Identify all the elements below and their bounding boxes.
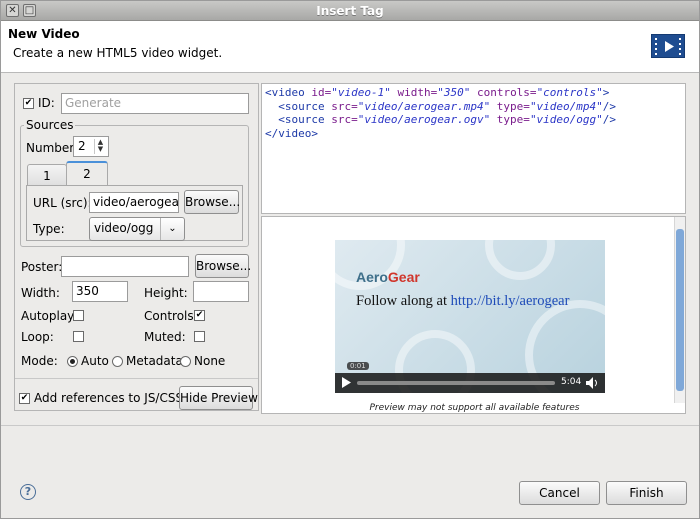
autoplay-checkbox[interactable] [73,310,84,321]
poster-input[interactable] [61,256,189,277]
video-preview-panel: AeroGear Follow along at http://bit.ly/a… [261,216,686,414]
chevron-down-icon[interactable]: ⌄ [160,218,184,240]
url-input[interactable]: video/aerogear.og [89,192,179,213]
id-label: ID: [38,96,55,110]
insert-tag-dialog: ✕ □ Insert Tag New Video Create a new HT… [0,0,700,519]
loop-label: Loop: [21,330,54,344]
code-line-4: </video> [265,126,318,140]
video-link: http://bit.ly/aerogear [450,293,570,309]
tab-source-2[interactable]: 2 [66,161,108,185]
number-value: 2 [78,139,86,153]
time-current: 0:01 [347,362,369,370]
code-line-3: <source src="video/aerogear.ogv" type="v… [265,113,617,126]
video-caption: Follow along at http://bit.ly/aerogear [356,293,570,309]
hide-preview-button[interactable]: Hide Preview [179,386,258,410]
browse-url-button[interactable]: Browse... [184,190,240,214]
code-line-1: <video id="video-1" width="350" controls… [265,86,610,99]
muted-checkbox[interactable] [194,331,205,342]
preview-note: Preview may not support all available fe… [369,403,580,413]
dialog-header: New Video Create a new HTML5 video widge… [1,21,699,73]
finish-button[interactable]: Finish [606,481,687,505]
mode-none-radio[interactable] [180,356,191,367]
mode-metadata-label: Metadata [126,354,183,368]
cancel-button[interactable]: Cancel [519,481,600,505]
play-icon[interactable] [341,377,353,389]
mode-metadata-radio[interactable] [112,356,123,367]
width-input[interactable]: 350 [72,281,128,302]
time-total: 5:04 [561,377,582,387]
window-title: Insert Tag [316,4,384,18]
code-line-2: <source src="video/aerogear.mp4" type="v… [265,99,617,113]
code-preview[interactable]: <video id="video-1" width="350" controls… [261,83,686,214]
aerogear-logo: AeroGear [356,269,420,285]
height-label: Height: [144,286,188,300]
height-input[interactable] [193,281,249,302]
mode-none-label: None [194,354,226,368]
poster-label: Poster: [21,260,63,274]
preview-vertical-scrollbar[interactable] [674,217,685,403]
id-input[interactable]: Generate [61,93,249,114]
divider [15,378,258,379]
url-label: URL (src): [33,196,92,210]
title-bar: ✕ □ Insert Tag [1,1,699,21]
form-panel: ✔ ID: Generate Sources Number: 2 ▲ ▼ 1 2 … [14,83,259,411]
volume-icon[interactable] [586,377,600,389]
video-widget-icon [651,34,685,58]
background-swirl [485,240,555,280]
type-label: Type: [33,222,65,236]
help-icon[interactable]: ? [20,484,36,500]
muted-label: Muted: [144,330,186,344]
mode-auto-label: Auto [81,354,109,368]
video-preview[interactable]: AeroGear Follow along at http://bit.ly/a… [335,240,605,393]
number-spinner[interactable]: 2 ▲ ▼ [73,136,109,157]
add-references-checkbox[interactable]: ✔ [19,393,30,404]
browse-poster-button[interactable]: Browse... [195,254,251,278]
header-subtitle: Create a new HTML5 video widget. [13,46,223,60]
id-checkbox[interactable]: ✔ [23,98,34,109]
seek-bar[interactable] [357,381,555,385]
controls-label: Controls: [144,309,198,323]
add-references-label: Add references to JS/CSS [34,391,184,405]
scrollbar-thumb[interactable] [676,229,684,391]
controls-checkbox[interactable]: ✔ [194,310,205,321]
number-label: Number: [26,141,79,155]
type-select[interactable]: video/ogg ⌄ [89,217,185,241]
spinner-arrows-icon[interactable]: ▲ ▼ [94,139,106,154]
mode-label: Mode: [21,354,58,368]
video-controls: 0:01 5:04 [335,362,605,393]
tab-source-1[interactable]: 1 [27,164,67,186]
loop-checkbox[interactable] [73,331,84,342]
type-value: video/ogg [94,221,154,235]
width-label: Width: [21,286,60,300]
sources-label: Sources [24,118,76,132]
mode-auto-radio[interactable] [67,356,78,367]
autoplay-label: Autoplay: [21,309,78,323]
header-title: New Video [8,27,80,41]
